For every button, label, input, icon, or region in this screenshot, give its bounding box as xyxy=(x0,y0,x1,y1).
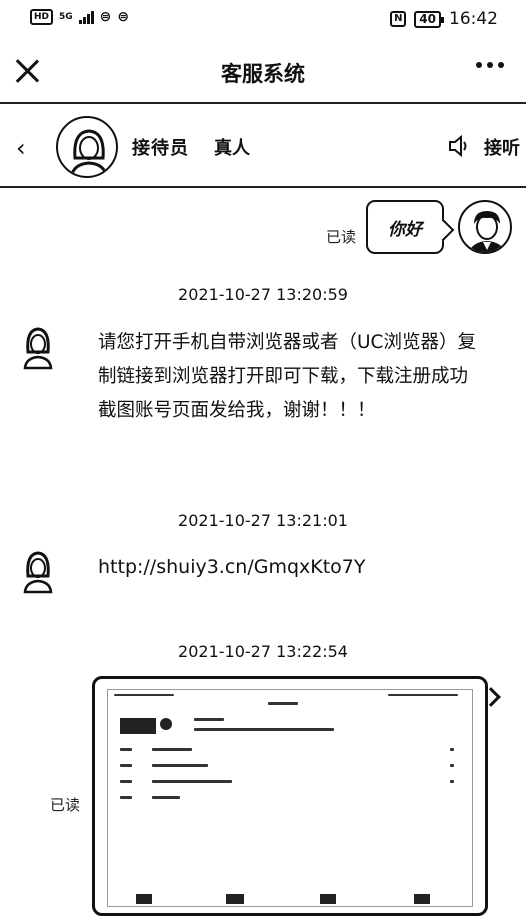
timestamp: 2021-10-27 13:22:54 xyxy=(178,642,348,661)
read-status: 已读 xyxy=(50,796,81,814)
battery-icon: 40 xyxy=(414,10,444,28)
more-icon[interactable] xyxy=(476,62,504,68)
user-avatar[interactable] xyxy=(458,200,512,254)
notification-icon: ⊜ xyxy=(99,9,112,25)
title-bar: 客服系统 xyxy=(0,38,526,104)
status-bar: HD 5G ⊜ ⊜ N 40 16:42 xyxy=(0,0,526,38)
signal-icon xyxy=(78,10,94,24)
agent-bar: ‹ 接待员 真人 接听 xyxy=(0,106,526,188)
cs-avatar[interactable] xyxy=(16,322,60,370)
speaker-label[interactable]: 接听 xyxy=(484,134,520,160)
cs-avatar[interactable] xyxy=(16,546,60,594)
status-right: N 40 16:42 xyxy=(390,9,498,29)
notification-icon-2: ⊜ xyxy=(117,9,130,25)
agent-avatar[interactable] xyxy=(56,116,118,178)
page-title: 客服系统 xyxy=(221,62,305,86)
read-status: 已读 xyxy=(326,228,357,246)
agent-name: 接待员 xyxy=(132,138,189,159)
outgoing-message[interactable]: 你好 xyxy=(366,200,444,254)
screenshot-thumbnail xyxy=(107,689,473,907)
nfc-icon: N xyxy=(390,11,407,27)
image-message[interactable] xyxy=(92,676,488,916)
back-icon[interactable]: ‹ xyxy=(16,136,26,160)
clock: 16:42 xyxy=(449,9,498,29)
link-message[interactable]: http://shuiy3.cn/GmqxKto7Y xyxy=(98,556,366,578)
incoming-message[interactable]: 请您打开手机自带浏览器或者（UC浏览器）复制链接到浏览器打开即可下载，下载注册成… xyxy=(98,326,478,428)
timestamp: 2021-10-27 13:21:01 xyxy=(178,511,348,530)
hd-icon: HD xyxy=(30,9,54,25)
timestamp: 2021-10-27 13:20:59 xyxy=(178,285,348,304)
network-type: 5G xyxy=(59,12,73,22)
agent-status: 真人 xyxy=(214,138,250,159)
speaker-icon[interactable] xyxy=(448,134,470,158)
status-left: HD 5G ⊜ ⊜ xyxy=(30,9,129,25)
